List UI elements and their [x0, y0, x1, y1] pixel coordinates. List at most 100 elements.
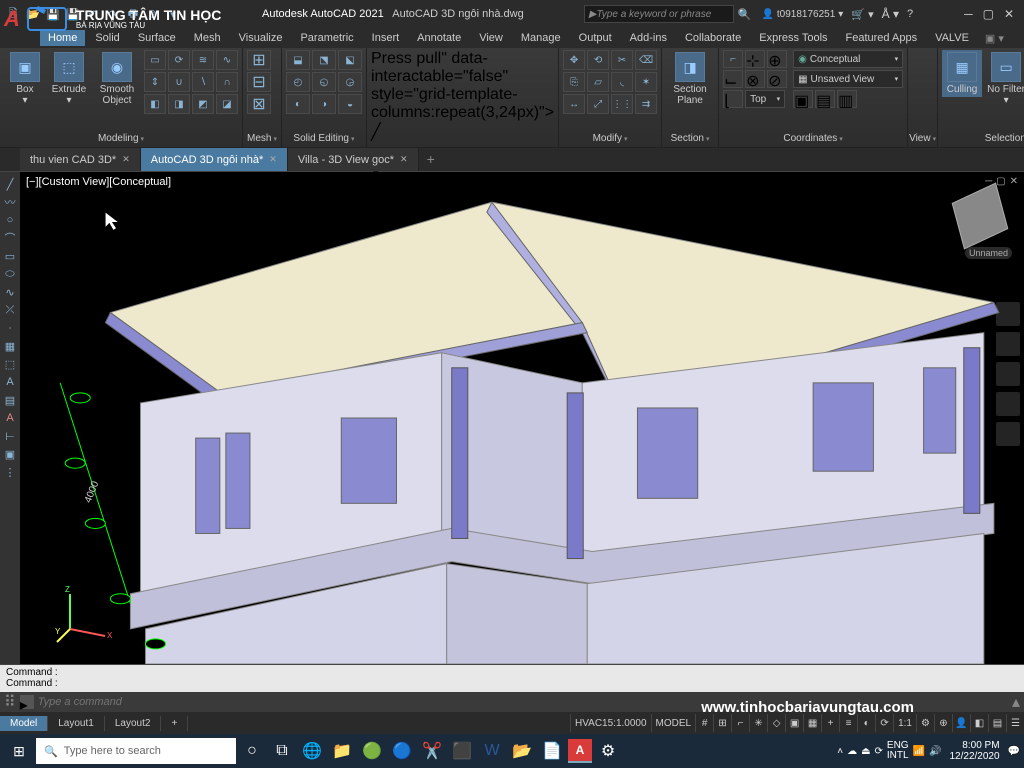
array-icon[interactable]: ⋮⋮ [611, 94, 633, 114]
smooth-button[interactable]: ◉Smooth Object [92, 50, 142, 108]
v1-icon[interactable]: ▣ [793, 90, 813, 108]
minimize-icon[interactable]: ─ [964, 7, 973, 21]
tray-cloud-icon[interactable]: ☁ [847, 746, 857, 757]
status-qprops-icon[interactable]: ▤ [988, 714, 1006, 732]
panel-label-mesh[interactable]: Mesh [247, 132, 277, 145]
layout-tab-1[interactable]: Layout1 [48, 716, 105, 731]
panel-label-modeling[interactable]: Modeling [4, 132, 238, 145]
fillet-icon[interactable]: ◟ [611, 72, 633, 92]
taskview-icon[interactable]: ⧉ [268, 738, 296, 764]
sweep-icon[interactable]: ∿ [216, 50, 238, 70]
rotate-icon[interactable]: ⟲ [587, 50, 609, 70]
more2-icon[interactable]: ◨ [168, 94, 190, 114]
tab-parametric[interactable]: Parametric [292, 30, 361, 46]
panel-label-view[interactable]: View [912, 132, 933, 145]
tab-collaborate[interactable]: Collaborate [677, 30, 749, 46]
status-anno-icon[interactable]: 👤 [952, 714, 970, 732]
start-button[interactable]: ⊞ [4, 738, 34, 764]
settings-icon[interactable]: ⚙ [594, 738, 622, 764]
loft-icon[interactable]: ≋ [192, 50, 214, 70]
file-tab-0[interactable]: thu vien CAD 3D*✕ [20, 148, 141, 171]
table-tool-icon[interactable]: ▤ [2, 392, 18, 408]
status-scale[interactable]: 1:1 [893, 714, 916, 732]
trim-icon[interactable]: ✂ [611, 50, 633, 70]
layout-tab-2[interactable]: Layout2 [105, 716, 162, 731]
taskbar-search[interactable]: 🔍Type here to search [36, 738, 236, 764]
subtract-icon[interactable]: ∖ [192, 72, 214, 92]
tray-up-icon[interactable]: ˄ [837, 746, 843, 757]
status-units-icon[interactable]: ◧ [970, 714, 988, 732]
cmd-handle-icon[interactable]: ⠿ [4, 692, 16, 712]
close-tab-icon[interactable]: ✕ [122, 154, 130, 165]
culling-button[interactable]: ▦Culling [942, 50, 982, 97]
file-tab-2[interactable]: Villa - 3D View goc*✕ [288, 148, 419, 171]
status-iso-icon[interactable]: ◇ [767, 714, 785, 732]
status-customize-icon[interactable]: ☰ [1006, 714, 1024, 732]
c2-icon[interactable]: ⊹ [745, 50, 765, 68]
move-icon[interactable]: ✥ [563, 50, 585, 70]
spline-tool-icon[interactable]: ∿ [2, 284, 18, 300]
scale-icon[interactable]: ⤢ [587, 94, 609, 114]
c4-icon[interactable]: ⌙ [723, 70, 743, 88]
panel-label-coord[interactable]: Coordinates [723, 132, 903, 145]
se8-icon[interactable]: ◑ [312, 94, 336, 114]
block-tool-icon[interactable]: ▣ [2, 446, 18, 462]
cart-icon[interactable]: 🛒 ▾ [851, 8, 873, 21]
status-polar-icon[interactable]: ✳ [749, 714, 767, 732]
mirror-icon[interactable]: ▱ [587, 72, 609, 92]
se6-icon[interactable]: ◶ [338, 72, 362, 92]
visual-style-combo[interactable]: ◉Conceptual [793, 50, 903, 68]
close-tab-icon[interactable]: ✕ [400, 154, 408, 165]
se9-icon[interactable]: ◒ [338, 94, 362, 114]
folder-icon[interactable]: 📂 [508, 738, 536, 764]
v3-icon[interactable]: ▥ [837, 90, 857, 108]
ucs-icon[interactable]: Z X Y [55, 584, 115, 644]
app1-icon[interactable]: 🟢 [358, 738, 386, 764]
c6-icon[interactable]: ⊘ [767, 70, 787, 88]
tray-sync-icon[interactable]: ⟳ [875, 746, 883, 757]
add-file-tab[interactable]: + [419, 148, 443, 171]
tab-annotate[interactable]: Annotate [409, 30, 469, 46]
status-transparency-icon[interactable]: ◐ [857, 714, 875, 732]
tab-featured[interactable]: Featured Apps [838, 30, 926, 46]
erase-icon[interactable]: ⌫ [635, 50, 657, 70]
tab-visualize[interactable]: Visualize [231, 30, 291, 46]
tray-wifi-icon[interactable]: 📶 [913, 746, 925, 757]
tab-addins[interactable]: Add-ins [622, 30, 675, 46]
mesh3-icon[interactable]: ⊠ [247, 94, 271, 114]
text-tool-icon[interactable]: A [2, 374, 18, 390]
file-tab-1[interactable]: AutoCAD 3D ngôi nhà*✕ [141, 148, 288, 171]
xline-tool-icon[interactable]: ⤫ [2, 302, 18, 318]
region-tool-icon[interactable]: ⬚ [2, 356, 18, 372]
extrude-button[interactable]: ⬚Extrude▾ [48, 50, 90, 108]
v2-icon[interactable]: ▤ [815, 90, 835, 108]
autodesk-icon[interactable]: Å ▾ [882, 7, 899, 21]
chrome-icon[interactable]: 🔵 [388, 738, 416, 764]
snip-icon[interactable]: ✂️ [418, 738, 446, 764]
more1-icon[interactable]: ◧ [144, 94, 166, 114]
line-icon[interactable]: ╱ [371, 122, 554, 142]
panel-label-section[interactable]: Section [666, 132, 714, 145]
help-icon[interactable]: ? [907, 8, 913, 20]
tab-express[interactable]: Express Tools [751, 30, 835, 46]
command-history[interactable]: Command : Command : [0, 665, 1024, 692]
cortana-icon[interactable]: ○ [238, 738, 266, 764]
panel-label-modify[interactable]: Modify [563, 132, 657, 145]
line-tool-icon[interactable]: ╱ [2, 176, 18, 192]
tray-lang[interactable]: ENGINTL [887, 741, 909, 761]
status-dynamic-icon[interactable]: + [821, 714, 839, 732]
status-grid-icon[interactable]: # [695, 714, 713, 732]
tab-insert[interactable]: Insert [364, 30, 408, 46]
se1-icon[interactable]: ⬓ [286, 50, 310, 70]
cmd-recent-icon[interactable]: ▴ [1012, 692, 1020, 712]
section-plane-button[interactable]: ◨Section Plane [666, 50, 714, 108]
close-tab-icon[interactable]: ✕ [269, 154, 277, 165]
ellipse-tool-icon[interactable]: ⬭ [2, 266, 18, 282]
help-search-input[interactable]: ▶ Type a keyword or phrase [584, 5, 734, 23]
se3-icon[interactable]: ⬕ [338, 50, 362, 70]
more4-icon[interactable]: ◪ [216, 94, 238, 114]
mesh2-icon[interactable]: ⊟ [247, 72, 271, 92]
copy-icon[interactable]: ⎘ [563, 72, 585, 92]
more3-icon[interactable]: ◩ [192, 94, 214, 114]
search-icon[interactable]: 🔍 [738, 8, 752, 21]
